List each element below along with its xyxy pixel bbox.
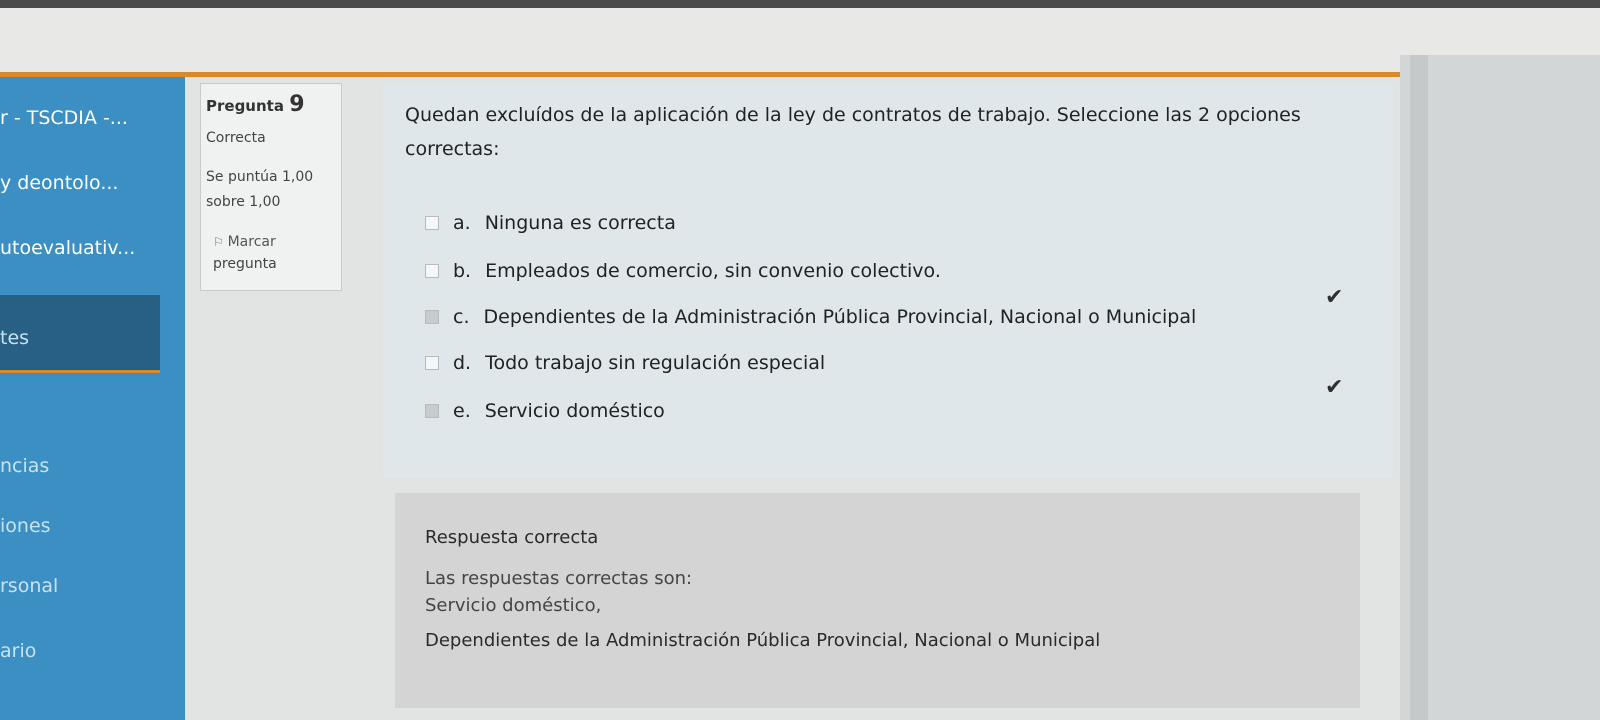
sidebar-item-personal[interactable]: rsonal (0, 575, 160, 597)
question-info-box: Pregunta 9 Correcta Se puntúa 1,00 sobre… (200, 83, 342, 291)
feedback-answer-1: Servicio doméstico, (425, 595, 602, 616)
option-checkbox[interactable] (425, 264, 439, 278)
option-letter: d. (453, 352, 472, 374)
option-checkbox[interactable] (425, 356, 439, 370)
flag-question-label[interactable]: pregunta (213, 256, 277, 272)
answer-option-c[interactable]: c. Dependientes de la Administración Púb… (425, 304, 1196, 330)
question-text: Quedan excluídos de la aplicación de la … (405, 104, 1301, 160)
feedback-answer-2: Dependientes de la Administración Públic… (425, 630, 1101, 651)
checkmark-icon: ✔ (1325, 285, 1344, 310)
page-header (0, 8, 1600, 74)
answer-option-b[interactable]: b. Empleados de comercio, sin convenio c… (425, 258, 941, 284)
scrollbar-track[interactable] (1410, 55, 1428, 720)
option-text: Servicio doméstico (484, 400, 665, 422)
question-score-max: sobre 1,00 (206, 194, 281, 210)
feedback-correct-answers-intro: Las respuestas correctas son: (425, 568, 693, 589)
answer-option-e[interactable]: e. Servicio doméstico (425, 398, 665, 424)
sidebar-item-course[interactable]: r - TSCDIA -... (0, 107, 160, 129)
sidebar-item-calendario[interactable]: ario (0, 640, 160, 662)
sidebar-item-participantes[interactable]: tes (0, 327, 160, 349)
option-letter: a. (453, 212, 471, 234)
option-text: Ninguna es correcta (484, 212, 676, 234)
option-checkbox-checked[interactable] (425, 404, 439, 418)
question-score: Se puntúa 1,00 (206, 169, 314, 185)
sidebar-item-topic[interactable]: y deontolo... (0, 172, 160, 194)
sidebar: r - TSCDIA -... y deontolo... utoevaluat… (0, 77, 185, 720)
flag-icon: ⚐ (213, 235, 224, 249)
browser-top-bar (0, 0, 1600, 8)
checkmark-icon: ✔ (1325, 375, 1344, 400)
sidebar-accent-line (0, 370, 160, 373)
sidebar-item-competencias[interactable]: ncias (0, 455, 160, 477)
option-checkbox-checked[interactable] (425, 310, 439, 324)
option-text: Empleados de comercio, sin convenio cole… (485, 260, 941, 282)
sidebar-item-calificaciones[interactable]: iones (0, 515, 160, 537)
right-column (1400, 55, 1600, 720)
flag-question-link[interactable]: ⚐ Marcar (213, 234, 276, 250)
option-letter: e. (453, 400, 471, 422)
option-text: Todo trabajo sin regulación especial (485, 352, 826, 374)
option-letter: c. (453, 306, 470, 328)
answer-option-a[interactable]: a. Ninguna es correcta (425, 210, 676, 236)
sidebar-item-autoevaluativa[interactable]: utoevaluativ... (0, 237, 160, 259)
option-letter: b. (453, 260, 472, 282)
feedback-result: Respuesta correcta (425, 527, 599, 548)
option-checkbox[interactable] (425, 216, 439, 230)
question-number: Pregunta 9 (206, 92, 305, 117)
question-status: Correcta (206, 130, 266, 146)
answer-option-d[interactable]: d. Todo trabajo sin regulación especial (425, 350, 825, 376)
option-text: Dependientes de la Administración Públic… (483, 306, 1197, 328)
